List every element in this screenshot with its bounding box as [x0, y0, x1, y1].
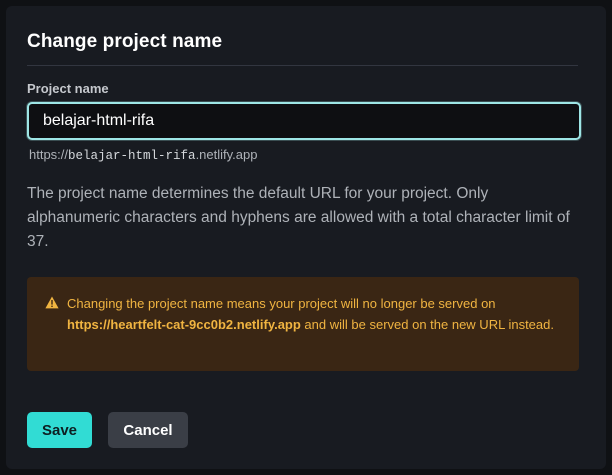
warning-callout: Changing the project name means your pro…: [27, 277, 579, 371]
project-name-input-wrapper: [27, 102, 581, 140]
save-button[interactable]: Save: [27, 412, 92, 448]
url-slug: belajar-html-rifa: [68, 149, 196, 163]
project-name-label: Project name: [27, 81, 109, 96]
old-project-url: https://heartfelt-cat-9cc0b2.netlify.app: [67, 317, 301, 332]
project-name-help-text: The project name determines the default …: [27, 185, 570, 250]
warning-text-before: Changing the project name means your pro…: [67, 296, 496, 311]
warning-text-after: and will be served on the new URL instea…: [300, 317, 554, 332]
change-project-name-dialog: Change project name Project name https:/…: [6, 6, 606, 469]
dialog-title: Change project name: [27, 31, 223, 52]
warning-triangle-icon: [45, 296, 59, 309]
url-prefix: https://: [29, 147, 69, 162]
url-preview: https://belajar-html-rifa.netlify.app: [29, 147, 257, 163]
project-name-input[interactable]: [29, 104, 579, 138]
url-suffix: .netlify.app: [195, 147, 258, 162]
cancel-button[interactable]: Cancel: [108, 412, 188, 448]
title-divider: [27, 65, 578, 66]
